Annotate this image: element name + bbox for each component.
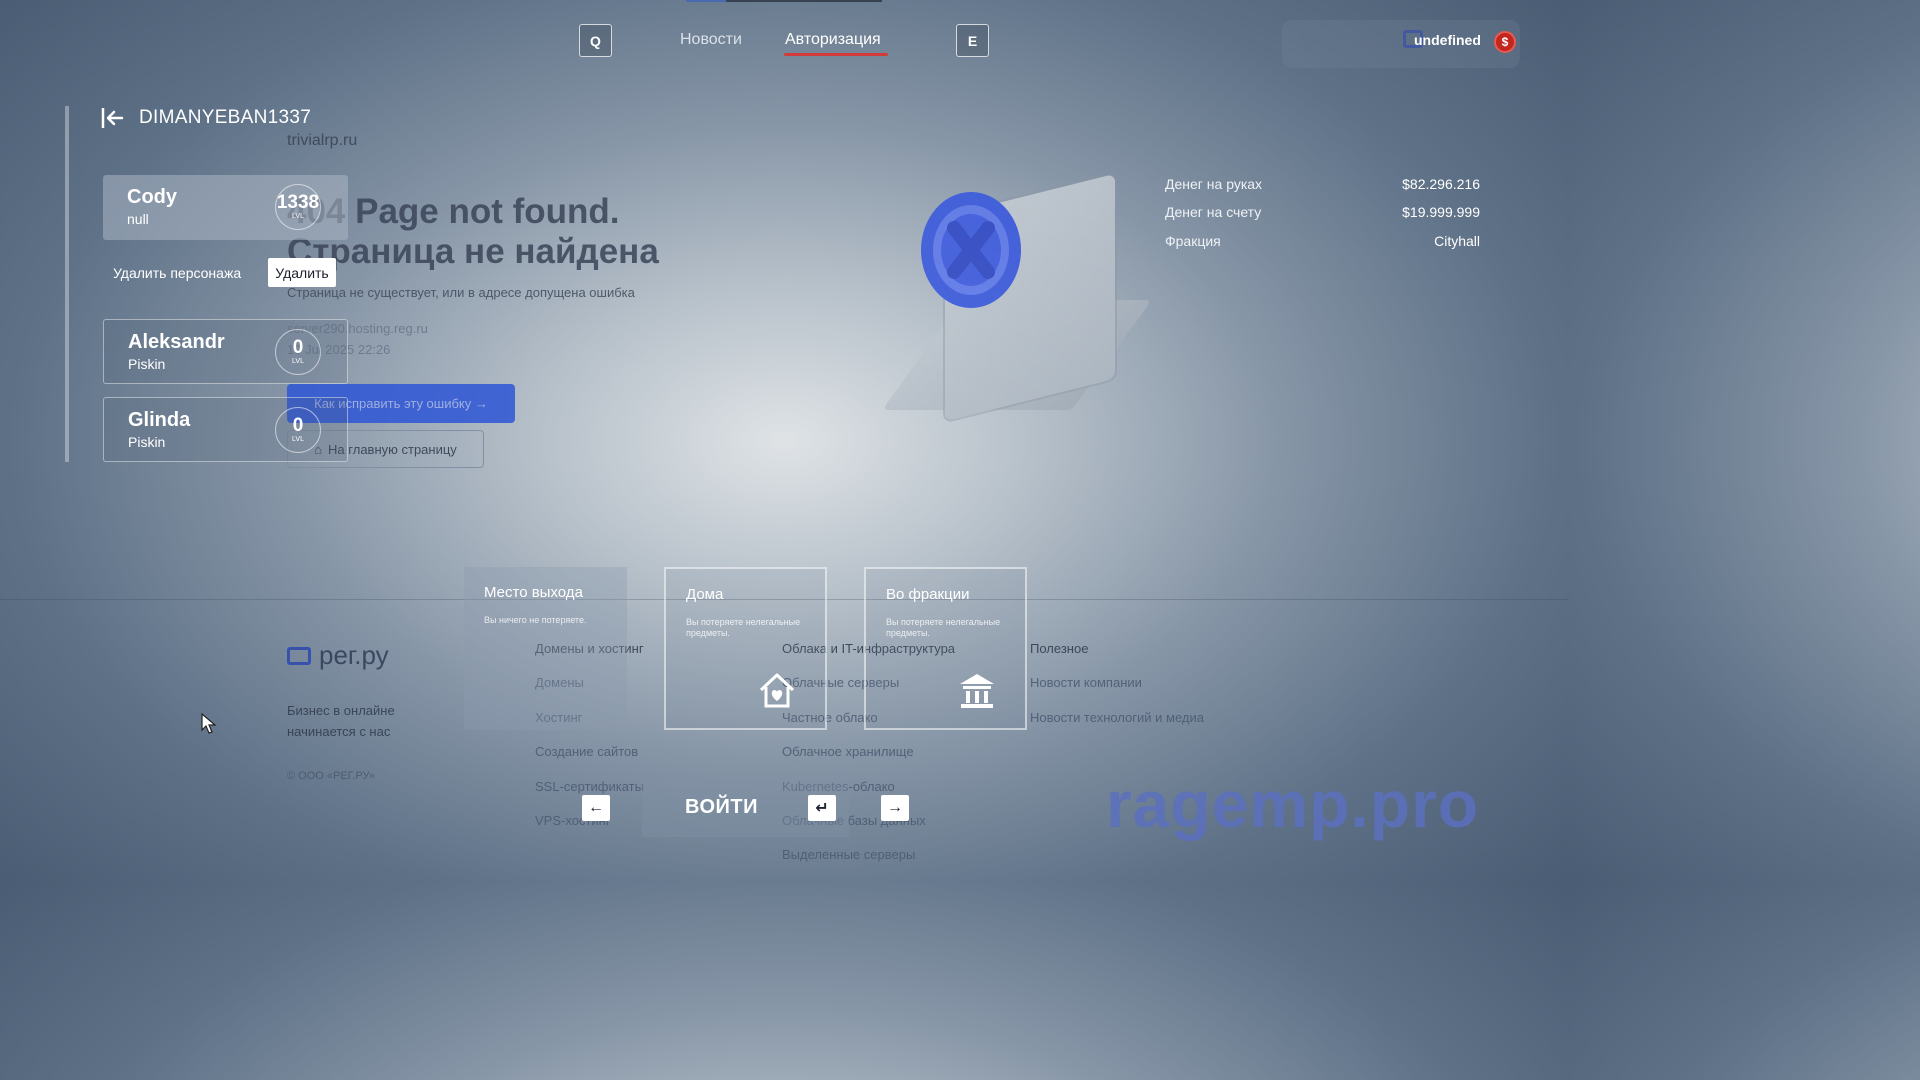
bg-column-head: Полезное [1030,641,1089,656]
character-level: 1338 [276,191,320,213]
stat-bank-label: Денег на счету [1165,204,1262,220]
character-level: 0 [292,414,304,436]
stat-faction-label: Фракция [1165,233,1221,249]
level-label: LVL [292,212,304,220]
stat-cash-label: Денег на руках [1165,176,1263,192]
bg-error-description: Страница не существует, или в адресе доп… [287,285,635,300]
prev-character-button[interactable]: ← [582,795,610,821]
bg-slogan-line1: Бизнес в онлайне [287,703,395,718]
level-label: LVL [292,435,304,443]
delete-character-button[interactable]: Удалить [268,258,336,287]
bg-logo-text: рег.ру [319,640,389,670]
character-last-name: Piskin [128,434,166,450]
government-building-icon [960,674,994,708]
side-scrollbar[interactable] [65,106,69,462]
spawn-title: Место выхода [484,584,583,601]
bg-copyright: © ООО «РЕГ.РУ» [287,770,376,782]
bg-column-item: Новости технологий и медиа [1030,709,1204,725]
character-card-glinda[interactable]: Glinda Piskin 0 LVL [103,397,348,462]
spawn-subtitle: Вы потеряете нелегальные предметы. [886,617,1001,638]
mouse-cursor-icon [201,713,217,734]
tab-news[interactable]: Новости [680,31,742,49]
next-character-button[interactable]: → [881,795,909,821]
stat-bank-value: $19.999.999 [1402,204,1480,220]
character-last-name: Piskin [128,356,166,372]
bg-slogan: Бизнес в онлайне начинается с нас [287,700,395,742]
character-last-name: null [127,211,149,227]
stat-cash-value: $82.296.216 [1402,176,1480,192]
bg-domain: trivialrp.ru [287,132,358,149]
character-first-name: Glinda [128,409,191,431]
character-card-cody[interactable]: Cody null 1338 LVL [103,175,348,240]
character-level-badge: 0 LVL [275,329,321,375]
nav-next-key-button[interactable]: E [956,24,989,57]
bg-column-item: Выделенные серверы [782,847,916,863]
delete-character-label: Удалить персонажа [113,265,242,281]
character-level-badge: 0 LVL [275,407,321,453]
enter-key-button[interactable]: ↵ [808,795,836,821]
bg-column-item: Облачное хранилище [782,744,914,760]
bg-slogan-line2: начинается с нас [287,724,391,739]
spawn-title: Дома [686,586,724,603]
level-label: LVL [292,357,304,365]
spawn-option-home[interactable]: Дома Вы потеряете нелегальные предметы. [664,567,827,730]
character-level: 0 [292,336,304,358]
house-heart-icon [759,673,795,708]
character-first-name: Cody [127,186,177,208]
account-username: DIMANYEBAN1337 [139,107,312,128]
bg-regru-logo: рег.ру [287,640,389,671]
bg-column-item: Создание сайтов [535,744,639,760]
stat-faction-value: Cityhall [1434,233,1480,249]
spawn-subtitle: Вы ничего не потеряете. [484,615,587,625]
active-tab-underline [784,53,888,56]
currency-icon: $ [1494,31,1516,53]
top-progress-accent [686,0,726,2]
spawn-subtitle: Вы потеряете нелегальные предметы. [686,617,801,638]
spawn-option-faction[interactable]: Во фракции Вы потеряете нелегальные пред… [864,567,1027,730]
logout-back-icon[interactable] [100,106,126,130]
bg-column-item: Новости компании [1030,675,1142,691]
bg-footer-column-useful: Полезное Новости компании Новости технол… [1030,632,1204,735]
watermark-text: ragemp.pro [1106,767,1480,841]
error-x-icon [921,192,1021,308]
nav-prev-key-button[interactable]: Q [579,24,612,57]
spawn-title: Во фракции [886,586,970,603]
login-label: ВОЙТИ [685,796,758,818]
spawn-option-last-location[interactable]: Место выхода Вы ничего не потеряете. [464,567,627,730]
character-level-badge: 1338 LVL [275,184,321,230]
tab-authorization[interactable]: Авторизация [785,31,881,49]
user-info-pill [1282,20,1520,68]
user-name: undefined [1414,32,1481,48]
character-card-aleksandr[interactable]: Aleksandr Piskin 0 LVL [103,319,348,384]
character-first-name: Aleksandr [128,331,225,353]
folder-icon [287,646,311,665]
